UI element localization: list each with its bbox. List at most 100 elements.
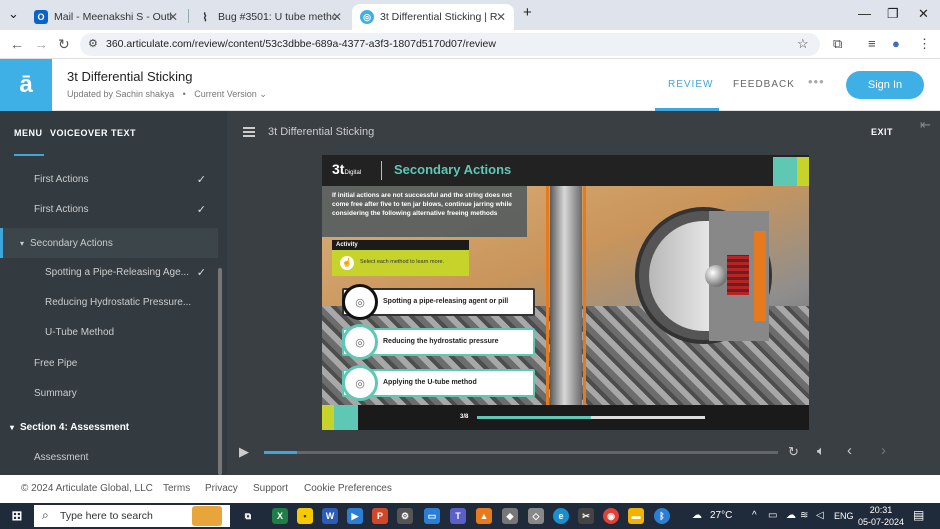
snipping-tool-icon[interactable]: ✂ [578,508,594,524]
sticky-notes-icon[interactable]: ▪ [297,508,313,524]
weather-text[interactable]: 27°C [710,510,732,521]
tab-menu[interactable]: MENU [14,128,43,138]
tab-feedback[interactable]: FEEDBACK [733,79,795,90]
sidebar-item-section-4[interactable]: ▾ Section 4: Assessment [0,412,218,442]
sidebar-item-assessment[interactable]: Assessment [0,442,218,472]
browser-tab-strip: ⌄ O Mail - Meenakshi S - Outlook ✕ ⌇ Bug… [0,0,940,30]
3t-logo: 3tDigital [332,161,362,177]
app-icon[interactable]: ◆ [502,508,518,524]
forward-icon[interactable]: → [34,36,48,52]
excel-icon[interactable]: X [272,508,288,524]
tab-outlook[interactable]: O Mail - Meenakshi S - Outlook ✕ [26,4,186,30]
pipe-cross-section-icon[interactable]: ◎ [342,324,378,360]
powerpoint-icon[interactable]: P [372,508,388,524]
taskbar-search-input[interactable]: ⌕ Type here to search [34,505,230,527]
tray-expand-icon[interactable]: ^ [752,510,757,521]
caret-down-icon: ▾ [20,238,25,248]
previous-slide-icon[interactable]: ‹ [847,442,852,459]
edge-icon[interactable]: e [553,508,569,524]
sidebar-item-secondary-actions[interactable]: ▾ Secondary Actions [0,228,218,258]
review-header: ā 3t Differential Sticking Updated by Sa… [0,59,940,111]
sidebar-item-summary[interactable]: Summary [0,378,218,408]
tab-review[interactable]: REVIEW [668,79,713,90]
sidebar-scrollbar[interactable] [218,268,222,475]
reload-icon[interactable]: ↻ [58,36,70,53]
bookmark-star-icon[interactable]: ☆ [797,36,809,52]
collapse-panel-icon[interactable]: ⇤ [920,117,931,133]
pipe-cross-section-icon[interactable]: ◎ [342,284,378,320]
sidebar-item-first-actions-2[interactable]: First Actions ✓ [0,194,218,224]
sidebar-item-u-tube[interactable]: U-Tube Method [0,317,218,347]
windows-start-icon[interactable]: ⊞ [9,508,25,524]
activity-label: Activity [332,240,469,250]
page-subtitle: Updated by Sachin shakya • Current Versi… [67,89,267,99]
support-link[interactable]: Support [253,483,288,494]
minimize-icon[interactable]: — [858,6,871,21]
maximize-icon[interactable]: ❐ [887,6,899,22]
search-icon: ⌕ [42,508,49,522]
language-indicator[interactable]: ENG [834,511,854,521]
tab-articulate[interactable]: ◎ 3t Differential Sticking | Review ✕ [352,4,514,30]
teams-icon[interactable]: T [450,508,466,524]
sidebar-item-spotting[interactable]: Spotting a Pipe-Releasing Age... ✓ [0,257,218,287]
articulate-icon: ◎ [360,10,374,24]
articulate-logo[interactable]: ā [0,59,52,111]
more-options-icon[interactable]: ••• [808,74,825,89]
terms-link[interactable]: Terms [163,483,190,494]
tab-bug[interactable]: ⌇ Bug #3501: U tube method - 3t ✕ [190,4,350,30]
app-icon[interactable]: ◇ [528,508,544,524]
hamburger-menu-icon[interactable] [243,127,255,137]
weather-icon[interactable]: ☁ [692,510,702,521]
check-icon: ✓ [196,173,206,186]
sign-in-button[interactable]: Sign In [846,71,924,99]
file-explorer-icon[interactable]: ▬ [628,508,644,524]
profile-icon[interactable]: ● [892,36,900,51]
remote-desktop-icon[interactable]: ▭ [424,508,440,524]
bluetooth-icon[interactable]: ᛒ [654,508,670,524]
close-tab-icon[interactable]: ✕ [496,10,506,24]
extensions-icon[interactable]: ⧉ [833,36,842,52]
new-tab-icon[interactable]: + [523,4,532,21]
slide-page-number: 3/8 [460,414,469,420]
windows-taskbar: ⊞ ⌕ Type here to search ⧉ X ▪ W ▶ P ⚙ ▭ … [0,503,940,529]
version-dropdown[interactable]: Current Version ⌄ [194,89,267,99]
slide-footer: 3/8 [322,405,809,430]
close-tab-icon[interactable]: ✕ [168,10,178,24]
word-icon[interactable]: W [322,508,338,524]
site-info-icon[interactable]: ⚙ [88,37,98,50]
cookie-preferences-link[interactable]: Cookie Preferences [304,483,392,494]
wifi-icon[interactable]: ≋ [800,510,808,521]
notification-icon[interactable]: ▤ [913,508,924,522]
vlc-icon[interactable]: ▲ [476,508,492,524]
seek-bar[interactable] [264,451,778,454]
course-menu-sidebar: MENU VOICEOVER TEXT First Actions ✓ First… [0,111,227,475]
close-window-icon[interactable]: ✕ [918,6,929,22]
speaker-icon[interactable]: ◁ [816,510,824,521]
sidebar-item-free-pipe[interactable]: Free Pipe [0,348,218,378]
sidebar-item-first-actions[interactable]: First Actions ✓ [0,164,218,194]
task-view-icon[interactable]: ⧉ [240,508,256,524]
next-slide-icon[interactable]: › [881,442,886,459]
clock[interactable]: 20:31 05-07-2024 [858,504,904,528]
play-icon[interactable]: ▶ [239,444,249,460]
network-icon[interactable]: ▭ [768,510,777,521]
settings-icon[interactable]: ⚙ [397,508,413,524]
sidebar-item-reducing[interactable]: Reducing Hydrostatic Pressure... [0,287,218,317]
cloud-icon[interactable]: ☁ [786,510,796,521]
close-tab-icon[interactable]: ✕ [332,10,342,24]
chevron-down-icon: ⌄ [259,89,267,99]
back-icon[interactable]: ← [10,36,24,52]
media-control-icon[interactable]: ≡ [868,36,876,51]
caret-down-icon: ▾ [10,422,15,432]
tab-voiceover-text[interactable]: VOICEOVER TEXT [50,128,136,138]
volume-icon[interactable]: 🔈︎ [817,443,825,459]
media-player-icon[interactable]: ▶ [347,508,363,524]
tab-search-icon[interactable]: ⌄ [8,6,19,22]
chrome-icon[interactable]: ◉ [603,508,619,524]
privacy-link[interactable]: Privacy [205,483,238,494]
more-menu-icon[interactable]: ⋮ [918,36,931,52]
pipe-cross-section-icon[interactable]: ◎ [342,365,378,401]
exit-button[interactable]: EXIT [871,127,893,137]
url-field[interactable]: ⚙ 360.articulate.com/review/content/53c3… [80,33,820,56]
replay-icon[interactable]: ↻ [788,444,799,460]
